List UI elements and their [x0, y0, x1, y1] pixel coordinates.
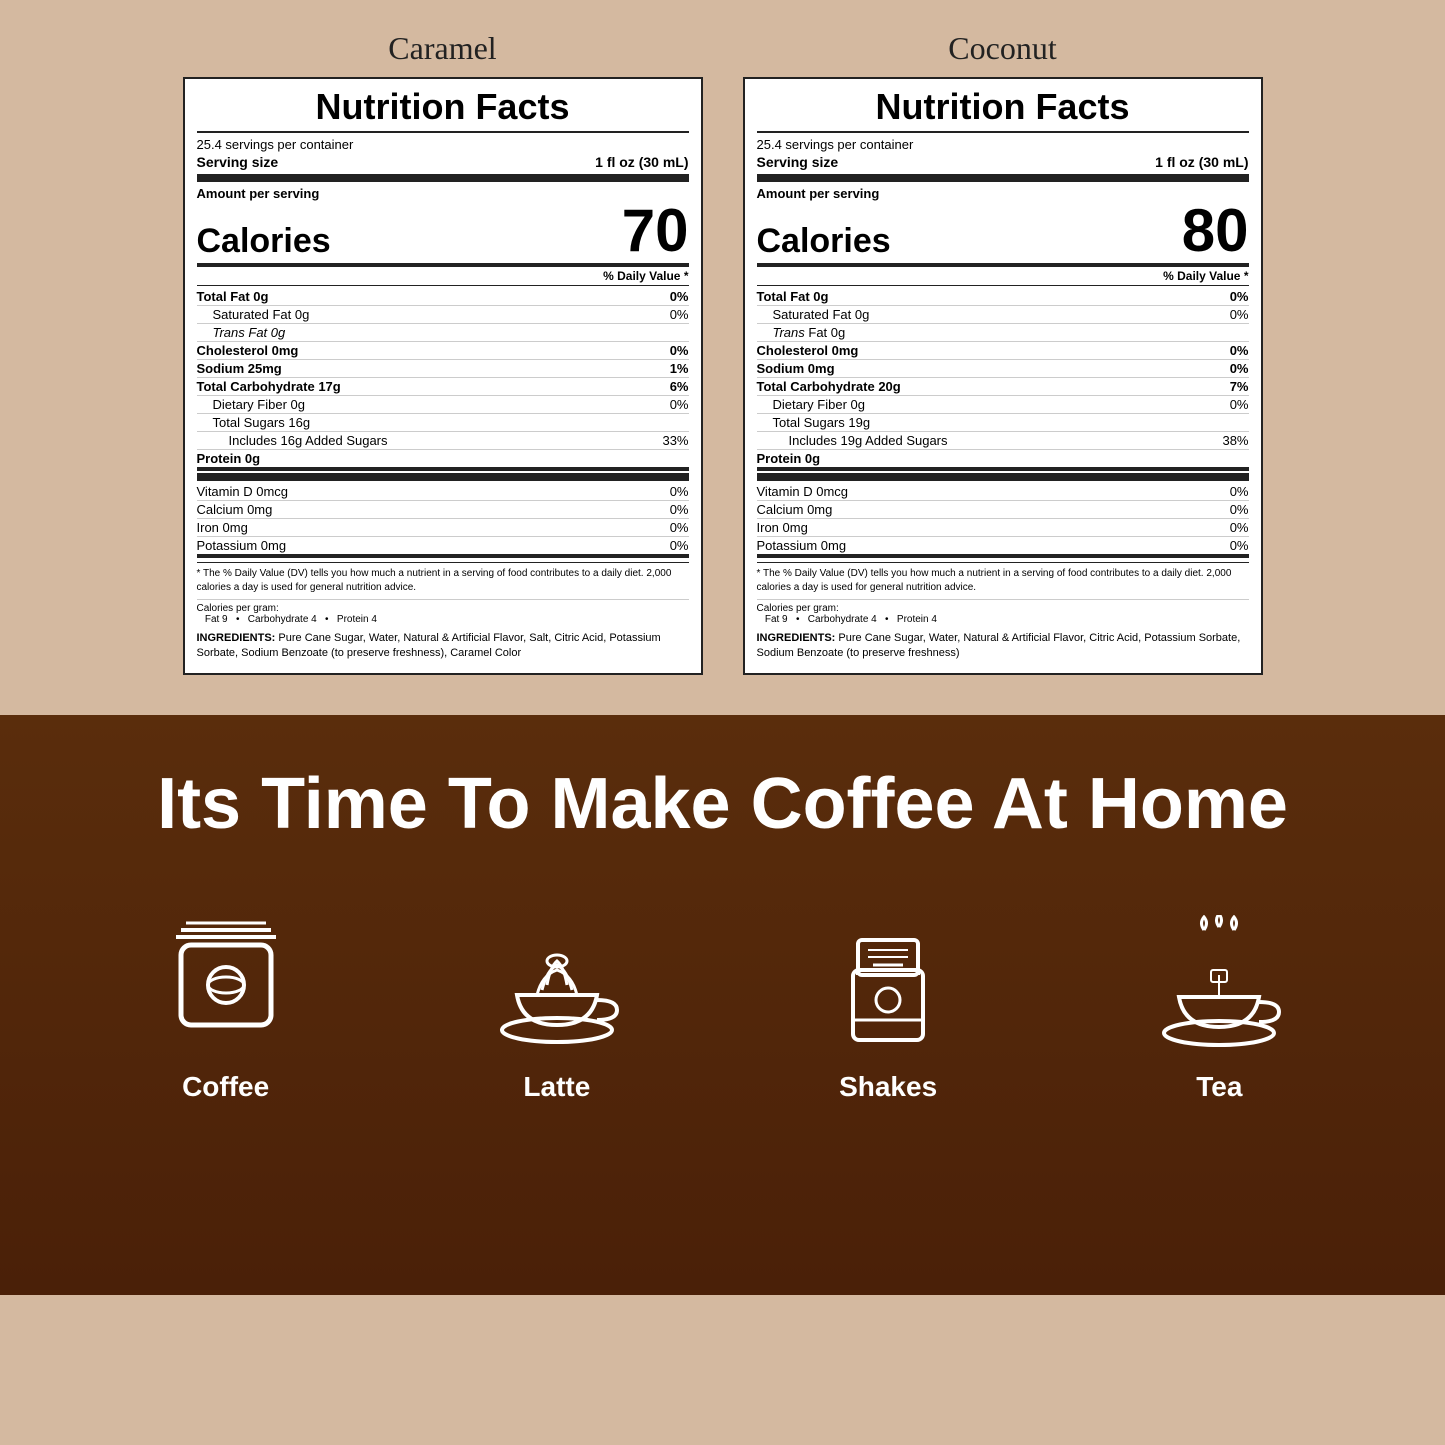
coconut-calories-row: Calories 80	[757, 201, 1249, 267]
nutrient-row: Total Carbohydrate 20g7%	[757, 378, 1249, 396]
nutrient-row: Sodium 25mg1%	[197, 360, 689, 378]
coconut-ingredients: Ingredients: Pure Cane Sugar, Water, Nat…	[757, 631, 1249, 662]
caramel-amount-label: Amount per serving	[197, 186, 689, 201]
coconut-nutrients: Total Fat 0g0% Saturated Fat 0g0% Trans …	[757, 288, 1249, 471]
coconut-calories-value: 80	[1182, 201, 1249, 261]
coconut-vitamins: Vitamin D 0mcg0% Calcium 0mg0% Iron 0mg0…	[757, 483, 1249, 558]
nutrient-row: Potassium 0mg0%	[757, 537, 1249, 558]
coconut-serving-row: Serving size 1 fl oz (30 mL)	[757, 154, 1249, 182]
nutrient-row: Protein 0g	[197, 450, 689, 471]
coconut-title: Coconut	[948, 30, 1056, 67]
caramel-ingredients: Ingredients: Pure Cane Sugar, Water, Nat…	[197, 631, 689, 662]
top-section: Caramel Nutrition Facts 25.4 servings pe…	[0, 0, 1445, 715]
caramel-nutrients: Total Fat 0g0% Saturated Fat 0g0% Trans …	[197, 288, 689, 471]
nutrient-row: Total Fat 0g0%	[197, 288, 689, 306]
caramel-vitamins: Vitamin D 0mcg0% Calcium 0mg0% Iron 0mg0…	[197, 483, 689, 558]
caramel-calories-value: 70	[622, 201, 689, 261]
caramel-calories-row: Calories 70	[197, 201, 689, 267]
coffee-col: Coffee	[156, 915, 296, 1103]
coconut-amount-label: Amount per serving	[757, 186, 1249, 201]
nutrient-row: Saturated Fat 0g0%	[197, 306, 689, 324]
coconut-serving-size-value: 1 fl oz (30 mL)	[1155, 154, 1248, 170]
coconut-nutrition-box: Nutrition Facts 25.4 servings per contai…	[743, 77, 1263, 675]
caramel-calories-per-gram: Calories per gram: Fat 9 • Carbohydrate …	[197, 599, 689, 625]
nutrient-row: Total Carbohydrate 17g6%	[197, 378, 689, 396]
shakes-icon	[818, 915, 958, 1055]
nutrient-row: Calcium 0mg0%	[757, 501, 1249, 519]
coconut-nutrition-title: Nutrition Facts	[757, 87, 1249, 133]
caramel-nutrition-title: Nutrition Facts	[197, 87, 689, 133]
nutrient-row: Cholesterol 0mg0%	[757, 342, 1249, 360]
latte-icon	[487, 915, 627, 1055]
nutrient-row: Trans Fat 0g	[197, 324, 689, 342]
caramel-servings: 25.4 servings per container	[197, 137, 689, 152]
shakes-col: Shakes	[818, 915, 958, 1103]
caramel-footnote: * The % Daily Value (DV) tells you how m…	[197, 562, 689, 595]
coconut-daily-value-header: % Daily Value *	[757, 269, 1249, 286]
tea-label: Tea	[1196, 1071, 1242, 1103]
latte-col: Latte	[487, 915, 627, 1103]
nutrient-row: Total Sugars 16g	[197, 414, 689, 432]
coconut-calories-per-gram: Calories per gram: Fat 9 • Carbohydrate …	[757, 599, 1249, 625]
coconut-col: Coconut Nutrition Facts 25.4 servings pe…	[743, 30, 1263, 675]
nutrient-row: Potassium 0mg0%	[197, 537, 689, 558]
tea-icon	[1149, 915, 1289, 1055]
nutrient-row: Vitamin D 0mcg0%	[757, 483, 1249, 501]
coconut-serving-size-label: Serving size	[757, 154, 839, 170]
latte-label: Latte	[523, 1071, 590, 1103]
nutrient-row: Dietary Fiber 0g0%	[757, 396, 1249, 414]
coffee-icon	[156, 915, 296, 1055]
nutrient-row: Sodium 0mg0%	[757, 360, 1249, 378]
bottom-section: Its Time To Make Coffee At Home Coffee	[0, 715, 1445, 1295]
coconut-calories-label: Calories	[757, 222, 891, 261]
caramel-daily-value-header: % Daily Value *	[197, 269, 689, 286]
coffee-label: Coffee	[182, 1071, 269, 1103]
nutrient-row: Iron 0mg0%	[757, 519, 1249, 537]
shakes-label: Shakes	[839, 1071, 937, 1103]
nutrient-row: Cholesterol 0mg0%	[197, 342, 689, 360]
caramel-serving-size-label: Serving size	[197, 154, 279, 170]
thick-divider	[197, 473, 689, 481]
nutrient-row: Saturated Fat 0g0%	[757, 306, 1249, 324]
nutrient-row: Protein 0g	[757, 450, 1249, 471]
caramel-serving-size-value: 1 fl oz (30 mL)	[595, 154, 688, 170]
tagline: Its Time To Make Coffee At Home	[60, 765, 1385, 844]
nutrient-row: Includes 19g Added Sugars38%	[757, 432, 1249, 450]
caramel-title: Caramel	[388, 30, 496, 67]
coconut-footnote: * The % Daily Value (DV) tells you how m…	[757, 562, 1249, 595]
caramel-nutrition-box: Nutrition Facts 25.4 servings per contai…	[183, 77, 703, 675]
nutrient-row: Iron 0mg0%	[197, 519, 689, 537]
nutrient-row: Trans Fat 0g	[757, 324, 1249, 342]
nutrient-row: Vitamin D 0mcg0%	[197, 483, 689, 501]
coconut-servings: 25.4 servings per container	[757, 137, 1249, 152]
caramel-col: Caramel Nutrition Facts 25.4 servings pe…	[183, 30, 703, 675]
thick-divider	[757, 473, 1249, 481]
caramel-calories-label: Calories	[197, 222, 331, 261]
tea-col: Tea	[1149, 915, 1289, 1103]
caramel-serving-row: Serving size 1 fl oz (30 mL)	[197, 154, 689, 182]
nutrient-row: Calcium 0mg0%	[197, 501, 689, 519]
nutrient-row: Includes 16g Added Sugars33%	[197, 432, 689, 450]
nutrient-row: Total Fat 0g0%	[757, 288, 1249, 306]
icons-row: Coffee Latte	[60, 915, 1385, 1103]
nutrient-row: Dietary Fiber 0g0%	[197, 396, 689, 414]
nutrient-row: Total Sugars 19g	[757, 414, 1249, 432]
